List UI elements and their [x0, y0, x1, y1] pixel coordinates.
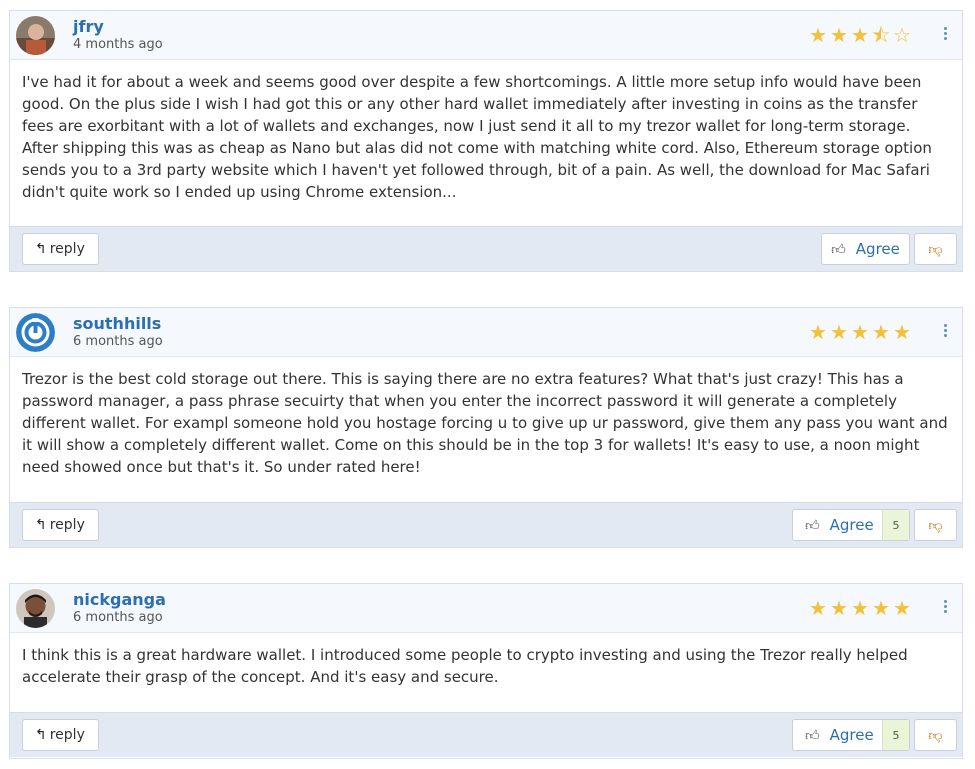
star-icon: ★ — [809, 23, 828, 47]
empty-star-icon: ☆ — [893, 23, 912, 47]
agree-label: Agree — [855, 240, 900, 258]
reply-button[interactable]: ↰ reply — [22, 719, 99, 751]
avatar[interactable] — [16, 589, 55, 628]
review-card: nickganga 6 months ago ★ ★ ★ ★ ★ I think thi… — [9, 583, 963, 759]
avatar[interactable] — [16, 16, 55, 55]
reply-label: reply — [49, 727, 85, 743]
reply-button[interactable]: ↰ reply — [22, 509, 99, 541]
agree-button[interactable]: 👍︎ Agree — [821, 233, 910, 265]
thumbs-down-icon: 👎︎ — [928, 727, 943, 744]
dislike-button[interactable]: 👎︎ — [914, 509, 957, 541]
review-author[interactable]: southhills — [73, 314, 161, 333]
thumbs-down-icon: 👎︎ — [928, 517, 943, 534]
half-star-icon: ⯪ — [871, 23, 892, 47]
thumbs-up-icon: 👍︎ — [805, 727, 820, 744]
dislike-button[interactable]: 👎︎ — [914, 719, 957, 751]
review-time: 6 months ago — [73, 610, 163, 625]
review-footer: ↰ reply 👍︎ Agree 5 👎︎ — [10, 502, 962, 547]
kebab-menu-icon[interactable] — [940, 27, 950, 45]
review-card: jfry 4 months ago ★ ★ ★⯪☆ I've had it for … — [9, 10, 963, 272]
reply-arrow-icon: ↰ — [35, 517, 47, 533]
review-author[interactable]: nickganga — [73, 590, 166, 609]
review-time: 4 months ago — [73, 37, 163, 52]
star-icon: ★ — [851, 596, 870, 620]
agree-label: Agree — [829, 516, 874, 534]
review-header: nickganga 6 months ago ★ ★ ★ ★ ★ — [10, 584, 962, 633]
review-author[interactable]: jfry — [73, 17, 104, 36]
star-icon: ★ — [809, 320, 828, 344]
star-icon: ★ — [809, 596, 828, 620]
review-header: southhills 6 months ago ★ ★ ★ ★ ★ — [10, 308, 962, 357]
agree-label: Agree — [829, 726, 874, 744]
star-rating: ★ ★ ★ ★ ★ — [808, 322, 913, 342]
kebab-menu-icon[interactable] — [940, 324, 950, 342]
star-rating: ★ ★ ★ ★ ★ — [808, 598, 913, 618]
reply-arrow-icon: ↰ — [35, 241, 47, 257]
review-footer: ↰ reply 👍︎ Agree 👎︎ — [10, 226, 962, 271]
avatar[interactable] — [16, 313, 55, 352]
reply-label: reply — [49, 241, 85, 257]
reply-label: reply — [49, 517, 85, 533]
star-rating: ★ ★ ★⯪☆ — [808, 25, 913, 45]
review-time: 6 months ago — [73, 334, 163, 349]
dislike-button[interactable]: 👎︎ — [914, 233, 957, 265]
star-icon: ★ — [872, 320, 891, 344]
star-icon: ★ — [851, 23, 870, 47]
review-text: I've had it for about a week and seems g… — [22, 73, 932, 201]
thumbs-up-icon: 👍︎ — [831, 241, 846, 258]
review-footer: ↰ reply 👍︎ Agree 5 👎︎ — [10, 712, 962, 757]
thumbs-up-icon: 👍︎ — [805, 517, 820, 534]
review-text: Trezor is the best cold storage out ther… — [22, 370, 948, 476]
review-text: I think this is a great hardware wallet.… — [22, 646, 908, 686]
star-icon: ★ — [830, 320, 849, 344]
star-icon: ★ — [851, 320, 870, 344]
reply-arrow-icon: ↰ — [35, 727, 47, 743]
star-icon: ★ — [872, 596, 891, 620]
reply-button[interactable]: ↰ reply — [22, 233, 99, 265]
star-icon: ★ — [830, 23, 849, 47]
agree-count: 5 — [882, 720, 909, 750]
agree-button[interactable]: 👍︎ Agree 5 — [792, 719, 910, 751]
agree-count: 5 — [882, 510, 909, 540]
thumbs-down-icon: 👎︎ — [928, 241, 943, 258]
review-card: southhills 6 months ago ★ ★ ★ ★ ★ Trezor is … — [9, 307, 963, 548]
star-icon: ★ — [830, 596, 849, 620]
star-icon: ★ — [893, 320, 912, 344]
review-header: jfry 4 months ago ★ ★ ★⯪☆ — [10, 11, 962, 60]
agree-button[interactable]: 👍︎ Agree 5 — [792, 509, 910, 541]
kebab-menu-icon[interactable] — [940, 600, 950, 618]
star-icon: ★ — [893, 596, 912, 620]
